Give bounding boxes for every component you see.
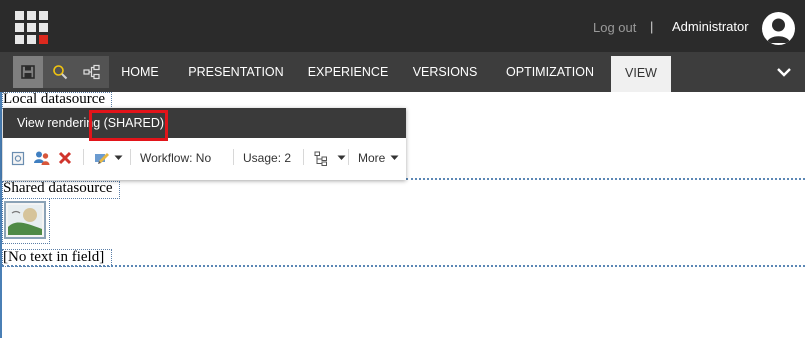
rendering-boundary-line — [406, 178, 805, 180]
logout-link[interactable]: Log out — [593, 20, 636, 35]
toolbar-separator — [83, 149, 84, 165]
magnifier-icon — [53, 65, 68, 80]
local-datasource-label[interactable]: Local datasource — [3, 92, 105, 107]
tab-optimization[interactable]: OPTIMIZATION — [496, 52, 604, 92]
app-launcher-icon[interactable] — [15, 11, 48, 44]
empty-text-field[interactable]: [No text in field] — [3, 250, 104, 265]
rendering-chrome-popup: View rendering (SHARED) — [3, 108, 406, 180]
toolbar-separator — [348, 149, 349, 165]
toolbar-separator — [303, 149, 304, 165]
toolbar-separator — [130, 149, 131, 165]
save-icon — [21, 65, 35, 79]
chevron-down-icon — [390, 155, 399, 160]
edit-dropdown-button[interactable] — [94, 148, 123, 168]
delete-button[interactable] — [58, 148, 72, 168]
tree-structure-icon — [314, 151, 327, 166]
shared-datasource-label[interactable]: Shared datasource — [3, 181, 113, 196]
tab-view[interactable]: VIEW — [611, 56, 671, 92]
toolbar-separator — [233, 149, 234, 165]
image-placeholder-icon[interactable] — [4, 201, 46, 239]
more-dropdown-button[interactable]: More — [358, 148, 399, 168]
close-icon — [58, 151, 72, 165]
personalize-button[interactable] — [33, 148, 51, 168]
pencil-edit-icon — [95, 153, 109, 164]
save-button[interactable] — [13, 56, 43, 88]
workflow-status: Workflow: No — [140, 151, 212, 165]
ribbon-toolgroup — [13, 56, 109, 88]
chevron-down-icon[interactable] — [776, 66, 792, 78]
rendering-chrome-header: View rendering (SHARED) — [3, 108, 406, 138]
more-label: More — [358, 151, 386, 165]
chevron-down-icon — [337, 155, 346, 160]
navigation-tree-button[interactable] — [77, 56, 107, 88]
edit-datasource-button[interactable] — [11, 148, 25, 168]
chevron-down-icon — [114, 155, 123, 160]
tab-experience[interactable]: EXPERIENCE — [304, 52, 392, 92]
user-avatar-icon[interactable] — [762, 12, 795, 45]
users-icon — [34, 151, 50, 165]
tree-dropdown-button[interactable] — [314, 148, 346, 168]
tab-versions[interactable]: VERSIONS — [405, 52, 485, 92]
tab-presentation[interactable]: PRESENTATION — [180, 52, 292, 92]
topbar-separator: | — [650, 19, 654, 34]
search-button[interactable] — [45, 56, 75, 88]
shared-highlight-box — [89, 110, 168, 141]
tab-home[interactable]: HOME — [113, 52, 167, 92]
hierarchy-icon — [83, 64, 100, 80]
usage-count[interactable]: Usage: 2 — [243, 151, 291, 165]
datasource-icon — [11, 151, 25, 165]
user-name[interactable]: Administrator — [672, 19, 749, 34]
rendering-boundary-line-bottom — [2, 265, 805, 267]
